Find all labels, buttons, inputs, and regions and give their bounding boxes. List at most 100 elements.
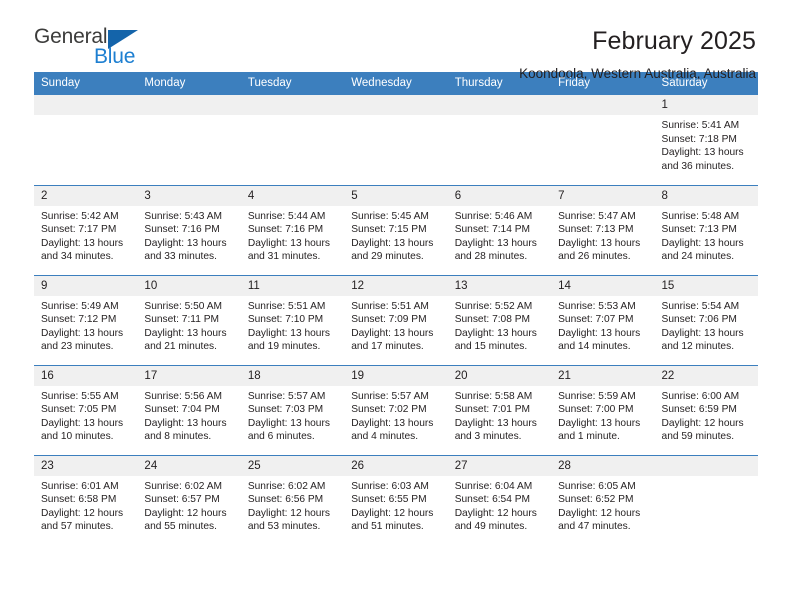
sunrise-text: Sunrise: 5:44 AM [247, 210, 326, 222]
day-details: Sunrise: 6:04 AM Sunset: 6:54 PM Daylight:… [448, 476, 551, 534]
calendar-day-cell[interactable]: 21 Sunrise: 5:59 AM Sunset: 7:00 PM Dayligh… [551, 364, 655, 455]
sunrise-text: Sunrise: 6:00 AM [661, 390, 740, 402]
daylight-text-line2: and 34 minutes. [41, 251, 114, 263]
day-details: Sunrise: 6:02 AM Sunset: 6:56 PM Daylight:… [241, 476, 344, 534]
sunset-text: Sunset: 7:17 PM [41, 224, 117, 236]
sunset-text: Sunset: 7:16 PM [247, 224, 324, 236]
daylight-text-line2: and 47 minutes. [558, 521, 631, 533]
sunrise-text: Sunrise: 5:42 AM [41, 210, 119, 222]
day-details: Sunrise: 5:56 AM Sunset: 7:04 PM Daylight:… [137, 386, 240, 444]
calendar-day-cell[interactable]: 27 Sunrise: 6:04 AM Sunset: 6:54 PM Dayligh… [447, 454, 552, 545]
daylight-text-line1: Daylight: 13 hours [558, 237, 641, 249]
calendar-day-cell[interactable]: 25 Sunrise: 6:02 AM Sunset: 6:56 PM Dayligh… [240, 454, 345, 545]
daylight-text-line2: and 55 minutes. [144, 521, 217, 533]
daylight-text-line1: Daylight: 13 hours [454, 237, 537, 249]
calendar-day-cell[interactable]: 10 Sunrise: 5:50 AM Sunset: 7:11 PM Dayligh… [137, 274, 241, 365]
logo-text-blue: Blue [94, 45, 136, 68]
calendar-week-row: 1 Sunrise: 5:41 AM Sunset: 7:18 PM Daylight… [34, 95, 758, 185]
day-number: 10 [137, 275, 241, 296]
calendar-day-cell[interactable]: 16 Sunrise: 5:55 AM Sunset: 7:05 PM Dayligh… [34, 364, 138, 455]
daylight-text-line1: Daylight: 13 hours [351, 417, 434, 429]
logo-text-general: General [34, 25, 108, 48]
day-number [654, 455, 758, 476]
sunrise-text: Sunrise: 5:53 AM [558, 300, 636, 312]
weekday-header-wednesday: Wednesday [344, 72, 448, 95]
calendar-day-cell[interactable]: 5 Sunrise: 5:45 AM Sunset: 7:15 PM Daylight… [344, 184, 448, 275]
title-block: February 2025 Koondoola, Western Austral… [519, 26, 756, 84]
day-details: Sunrise: 5:57 AM Sunset: 7:03 PM Daylight:… [241, 386, 344, 444]
calendar-day-cell[interactable]: 20 Sunrise: 5:58 AM Sunset: 7:01 PM Dayligh… [447, 364, 552, 455]
day-number [34, 95, 138, 115]
calendar-day-cell[interactable]: 8 Sunrise: 5:48 AM Sunset: 7:13 PM Daylight… [654, 184, 758, 275]
calendar-day-cell[interactable]: 18 Sunrise: 5:57 AM Sunset: 7:03 PM Dayligh… [240, 364, 345, 455]
daylight-text-line2: and 23 minutes. [41, 341, 114, 353]
calendar-day-cell[interactable]: 28 Sunrise: 6:05 AM Sunset: 6:52 PM Dayligh… [551, 454, 655, 545]
sunrise-text: Sunrise: 5:51 AM [351, 300, 429, 312]
general-blue-logo[interactable]: General Blue [34, 26, 174, 78]
sunrise-text: Sunrise: 5:59 AM [558, 390, 636, 402]
sunset-text: Sunset: 6:54 PM [454, 494, 531, 506]
daylight-text-line2: and 51 minutes. [351, 521, 424, 533]
day-number [240, 95, 345, 115]
sunrise-text: Sunrise: 5:58 AM [454, 390, 533, 402]
sunrise-text: Sunrise: 6:01 AM [41, 480, 119, 492]
day-number [137, 95, 241, 115]
day-number [344, 95, 448, 115]
calendar-day-cell[interactable]: 22 Sunrise: 6:00 AM Sunset: 6:59 PM Dayligh… [654, 364, 758, 455]
calendar-day-cell[interactable]: 6 Sunrise: 5:46 AM Sunset: 7:14 PM Daylight… [447, 184, 552, 275]
daylight-text-line2: and 53 minutes. [247, 521, 321, 533]
daylight-text-line1: Daylight: 13 hours [41, 417, 124, 429]
sunset-text: Sunset: 6:58 PM [41, 494, 117, 506]
day-number: 14 [551, 275, 655, 296]
daylight-text-line1: Daylight: 12 hours [661, 417, 744, 429]
calendar-day-cell[interactable]: 9 Sunrise: 5:49 AM Sunset: 7:12 PM Daylight… [34, 274, 138, 365]
daylight-text-line2: and 19 minutes. [247, 341, 321, 353]
calendar-day-cell[interactable]: 26 Sunrise: 6:03 AM Sunset: 6:55 PM Dayligh… [344, 454, 448, 545]
sunset-text: Sunset: 7:15 PM [351, 224, 427, 236]
calendar-day-cell[interactable]: 14 Sunrise: 5:53 AM Sunset: 7:07 PM Dayligh… [551, 274, 655, 365]
calendar-day-cell[interactable]: 12 Sunrise: 5:51 AM Sunset: 7:09 PM Dayligh… [344, 274, 448, 365]
daylight-text-line1: Daylight: 13 hours [247, 417, 330, 429]
day-details: Sunrise: 5:44 AM Sunset: 7:16 PM Daylight:… [241, 206, 344, 264]
sunrise-text: Sunrise: 5:43 AM [144, 210, 223, 222]
day-number: 20 [447, 365, 552, 386]
daylight-text-line2: and 33 minutes. [144, 251, 217, 263]
day-details: Sunrise: 6:02 AM Sunset: 6:57 PM Daylight:… [137, 476, 240, 534]
daylight-text-line2: and 15 minutes. [454, 341, 528, 353]
daylight-text-line2: and 14 minutes. [558, 341, 631, 353]
sunset-text: Sunset: 7:18 PM [661, 133, 737, 145]
calendar-day-cell[interactable]: 3 Sunrise: 5:43 AM Sunset: 7:16 PM Daylight… [137, 184, 241, 275]
daylight-text-line1: Daylight: 12 hours [247, 507, 330, 519]
day-number: 16 [34, 365, 138, 386]
daylight-text-line1: Daylight: 13 hours [661, 237, 744, 249]
sunrise-text: Sunrise: 5:45 AM [351, 210, 429, 222]
calendar-day-cell[interactable]: 24 Sunrise: 6:02 AM Sunset: 6:57 PM Dayligh… [137, 454, 241, 545]
day-number: 23 [34, 455, 138, 476]
calendar-body: 1 Sunrise: 5:41 AM Sunset: 7:18 PM Daylight… [34, 95, 758, 545]
day-number: 17 [137, 365, 241, 386]
calendar-day-cell[interactable]: 19 Sunrise: 5:57 AM Sunset: 7:02 PM Dayligh… [344, 364, 448, 455]
sunrise-text: Sunrise: 5:46 AM [454, 210, 533, 222]
day-details: Sunrise: 5:58 AM Sunset: 7:01 PM Daylight:… [448, 386, 551, 444]
calendar-day-cell[interactable]: 7 Sunrise: 5:47 AM Sunset: 7:13 PM Daylight… [551, 184, 655, 275]
calendar-page: General Blue February 2025 Koondoola, We… [0, 0, 792, 612]
calendar-day-cell[interactable]: 13 Sunrise: 5:52 AM Sunset: 7:08 PM Dayligh… [447, 274, 552, 365]
sunrise-text: Sunrise: 5:56 AM [144, 390, 223, 402]
calendar-day-cell[interactable]: 2 Sunrise: 5:42 AM Sunset: 7:17 PM Daylight… [34, 184, 138, 275]
day-number [447, 95, 552, 115]
calendar-day-cell[interactable]: 15 Sunrise: 5:54 AM Sunset: 7:06 PM Dayligh… [654, 274, 758, 365]
daylight-text-line2: and 6 minutes. [247, 431, 315, 443]
calendar-day-cell[interactable]: 11 Sunrise: 5:51 AM Sunset: 7:10 PM Dayligh… [240, 274, 345, 365]
sunset-text: Sunset: 7:07 PM [558, 314, 634, 326]
day-number: 25 [240, 455, 345, 476]
sunset-text: Sunset: 7:13 PM [661, 224, 737, 236]
day-number: 21 [551, 365, 655, 386]
sunset-text: Sunset: 7:12 PM [41, 314, 117, 326]
calendar-day-cell[interactable]: 4 Sunrise: 5:44 AM Sunset: 7:16 PM Daylight… [240, 184, 345, 275]
calendar-day-cell[interactable]: 1 Sunrise: 5:41 AM Sunset: 7:18 PM Daylight… [654, 95, 758, 185]
calendar-day-cell[interactable]: 23 Sunrise: 6:01 AM Sunset: 6:58 PM Dayligh… [34, 454, 138, 545]
sunset-text: Sunset: 7:16 PM [144, 224, 220, 236]
sunset-text: Sunset: 6:52 PM [558, 494, 634, 506]
day-details: Sunrise: 5:59 AM Sunset: 7:00 PM Daylight:… [551, 386, 654, 444]
calendar-day-cell[interactable]: 17 Sunrise: 5:56 AM Sunset: 7:04 PM Dayligh… [137, 364, 241, 455]
